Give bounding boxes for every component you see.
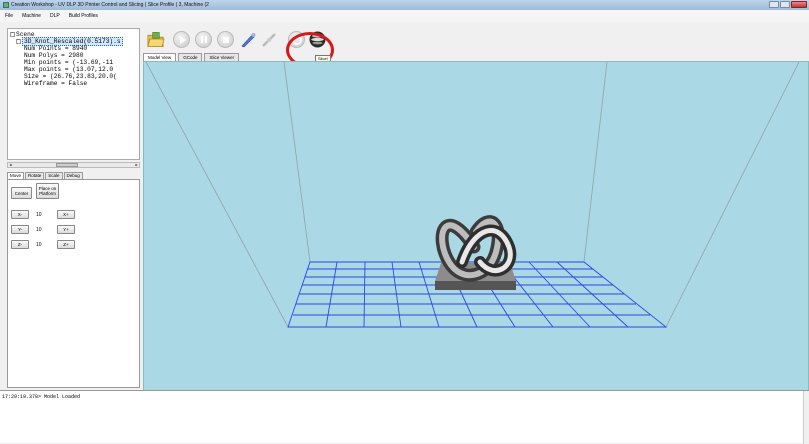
close-button[interactable] [791,1,807,8]
tree-node-object[interactable]: −3D_Knot_Rescaled(0.5173).s [10,37,139,46]
x-step-value[interactable]: 10 [36,212,42,218]
menu-file[interactable]: File [5,13,13,19]
3d-viewport[interactable] [143,61,809,418]
main-area: Slice! Model View GCode Slice Viewer [143,28,809,418]
z-step-value[interactable]: 10 [36,242,42,248]
menu-build-profiles[interactable]: Build Profiles [69,13,98,19]
scene-tree[interactable]: − Scene −3D_Knot_Rescaled(0.5173).s Num P… [7,28,140,160]
y-step-value[interactable]: 10 [36,227,42,233]
y-plus-button[interactable]: Y+ [57,225,75,234]
y-minus-button[interactable]: Y- [11,225,29,234]
view-tabs: Model View GCode Slice Viewer [143,53,240,61]
minimize-button[interactable] [769,1,779,8]
tree-property[interactable]: Num Polys = 2980 [10,52,139,59]
pause-icon[interactable] [195,31,212,48]
x-minus-button[interactable]: X- [11,210,29,219]
place-on-platform-button[interactable]: Place on Platform [36,183,59,199]
open-folder-icon[interactable] [146,31,165,49]
tree-property[interactable]: Min points = (-13.69,-11 [10,59,139,66]
play-icon[interactable] [173,31,190,48]
menu-machine[interactable]: Machine [22,13,41,19]
menu-dlp[interactable]: DLP [50,13,60,19]
z-plus-button[interactable]: Z+ [57,240,75,249]
app-icon [3,2,9,8]
scroll-right-icon[interactable]: ▸ [134,163,139,167]
tree-property[interactable]: Wireframe = False [10,80,139,87]
stop-icon[interactable] [217,31,234,48]
scroll-thumb[interactable] [56,163,78,167]
left-panel: − Scene −3D_Knot_Rescaled(0.5173).s Num P… [0,28,142,388]
collapse-icon[interactable]: − [10,31,15,37]
collapse-icon[interactable]: − [16,38,21,44]
log-line: 17:29:19.378> Model Loaded [2,394,81,400]
connect-icon[interactable] [239,31,257,49]
x-plus-button[interactable]: X+ [57,210,75,219]
log-area[interactable]: 17:29:19.378> Model Loaded [0,390,809,444]
log-scrollbar[interactable] [803,391,809,444]
tree-horizontal-scrollbar[interactable]: ◂ ▸ [7,162,140,168]
title-bar: Creation Workshop - UV DLP 3D Printer Co… [0,0,809,10]
disconnect-icon[interactable] [260,31,278,49]
tab-gcode[interactable]: GCode [178,53,203,61]
window-title: Creation Workshop - UV DLP 3D Printer Co… [11,2,209,8]
maximize-button[interactable] [780,1,790,8]
scene-canvas[interactable] [144,61,808,417]
window-controls [769,1,807,8]
tree-property[interactable]: Max points = (13.07,12.0 [10,66,139,73]
tab-slice-viewer[interactable]: Slice Viewer [204,53,240,61]
tree-property[interactable]: Num Points = 8940 [10,45,139,52]
z-minus-button[interactable]: Z- [11,240,29,249]
tree-property[interactable]: Size = (26.76,23.83,20.0( [10,73,139,80]
menu-bar: File Machine DLP Build Profiles [0,10,809,22]
center-button[interactable]: Center [11,187,32,199]
scroll-left-icon[interactable]: ◂ [8,163,13,167]
move-panel: Center Place on Platform X- 10 X+ Y- 10 … [7,179,140,388]
toolbar [143,28,809,53]
tab-model-view[interactable]: Model View [143,53,177,61]
